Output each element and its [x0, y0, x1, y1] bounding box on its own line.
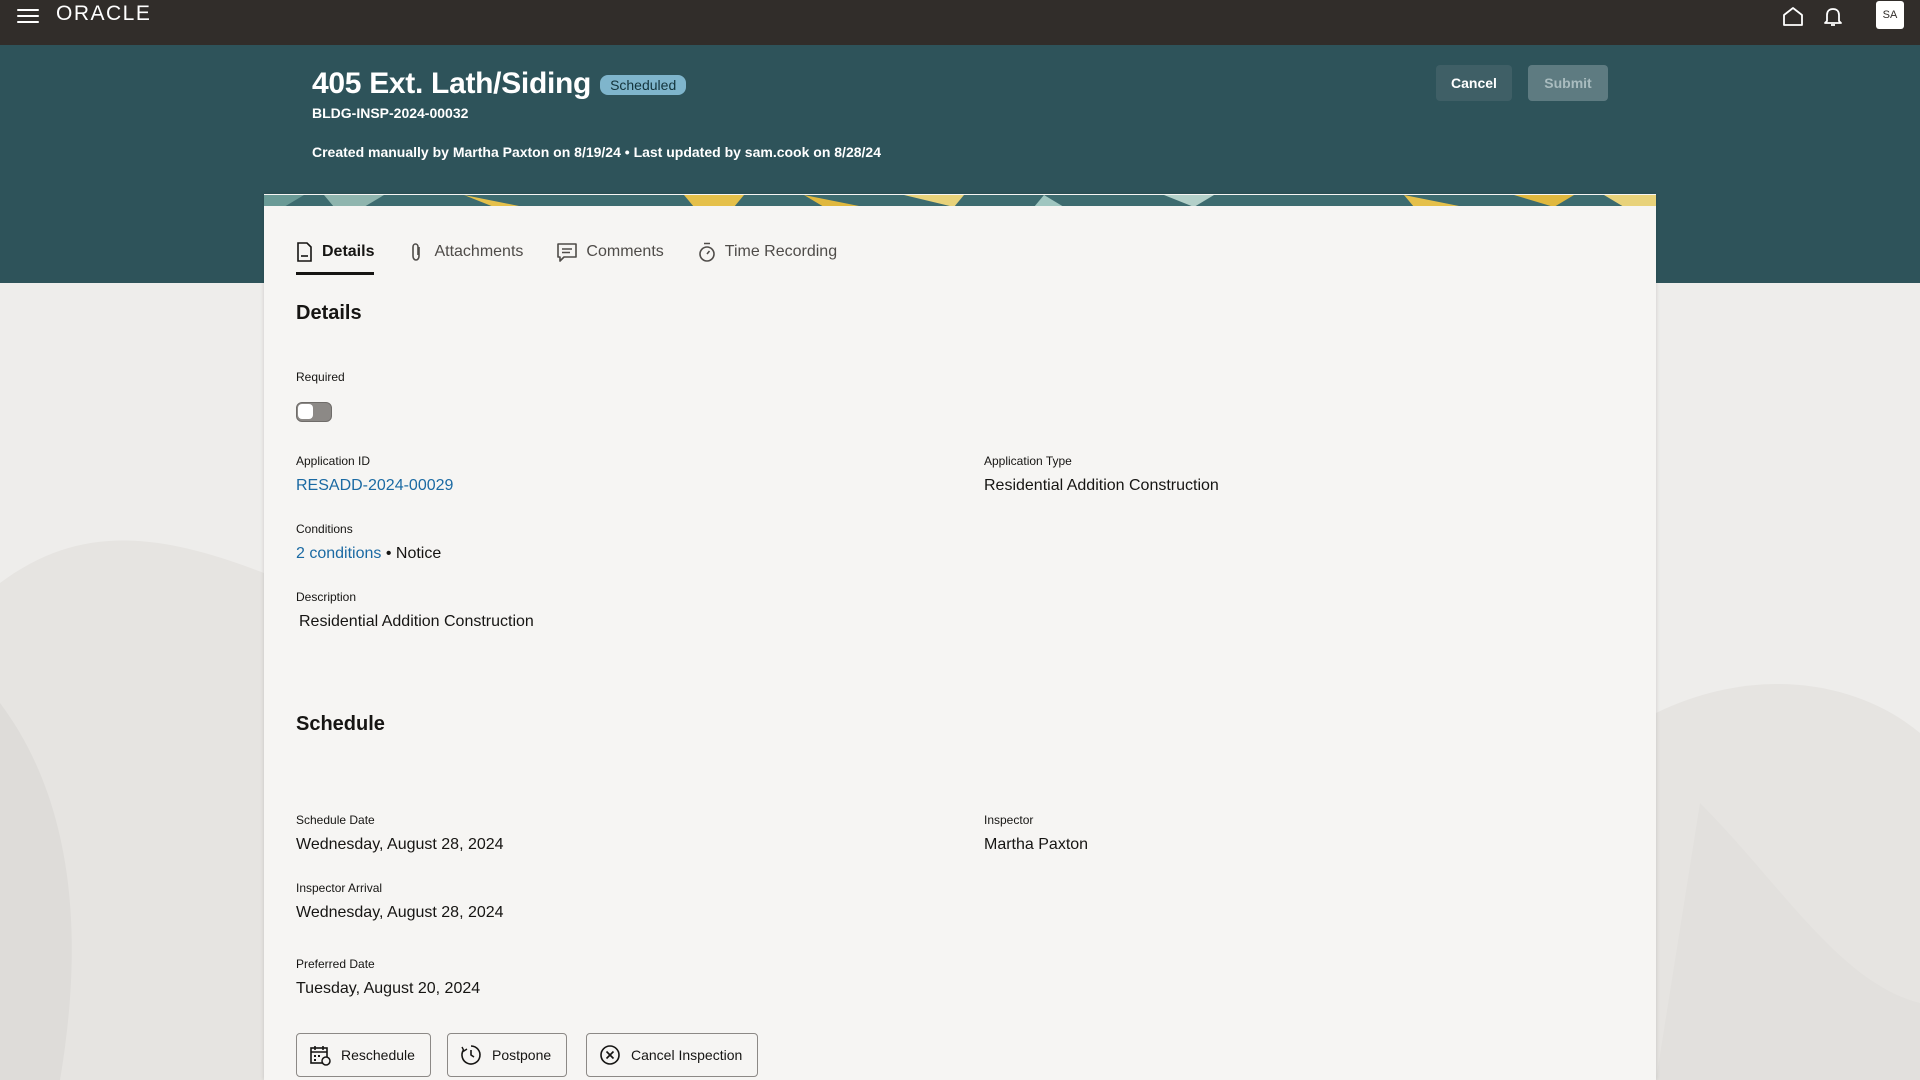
details-section-title: Details	[296, 302, 362, 324]
cancel-inspection-label: Cancel Inspection	[631, 1047, 743, 1063]
home-icon[interactable]	[1780, 4, 1806, 28]
hamburger-menu-icon[interactable]	[17, 5, 39, 27]
tab-bar: Details Attachments Comments Time Record…	[296, 232, 871, 275]
reschedule-label: Reschedule	[341, 1047, 415, 1063]
conditions-value: 2 conditions • Notice	[296, 545, 441, 563]
title-row: 405 Ext. Lath/Siding Scheduled	[312, 67, 687, 101]
tab-attachments[interactable]: Attachments	[408, 232, 523, 272]
detail-card: Details Attachments Comments Time Record…	[264, 194, 1656, 1080]
cancel-button[interactable]: Cancel	[1436, 65, 1512, 101]
status-badge: Scheduled	[600, 75, 687, 95]
application-id-link[interactable]: RESADD-2024-00029	[296, 477, 453, 495]
document-icon	[297, 242, 312, 262]
postpone-label: Postpone	[492, 1047, 552, 1063]
cancel-inspection-button[interactable]: Cancel Inspection	[586, 1033, 759, 1077]
calendar-icon	[310, 1046, 331, 1066]
conditions-severity: Notice	[395, 545, 442, 562]
tab-details[interactable]: Details	[296, 232, 375, 275]
submit-button[interactable]: Submit	[1528, 65, 1608, 101]
inspector-arrival-label: Inspector Arrival	[296, 881, 383, 895]
comment-icon	[557, 243, 578, 262]
conditions-link[interactable]: 2 conditions	[296, 545, 381, 562]
required-label: Required	[296, 370, 345, 384]
inspector-label: Inspector	[984, 813, 1034, 827]
tab-time-recording[interactable]: Time Recording	[698, 232, 837, 272]
description-label: Description	[296, 590, 357, 604]
schedule-date-value: Wednesday, August 28, 2024	[296, 836, 504, 853]
required-toggle[interactable]	[296, 402, 332, 422]
reschedule-button[interactable]: Reschedule	[296, 1033, 431, 1077]
user-avatar[interactable]: SA	[1876, 1, 1904, 29]
page-title: 405 Ext. Lath/Siding	[312, 67, 592, 100]
description-value: Residential Addition Construction	[299, 613, 534, 630]
postpone-button[interactable]: Postpone	[447, 1033, 568, 1077]
clock-icon	[461, 1045, 481, 1065]
oracle-logo[interactable]: ORACLE	[56, 2, 151, 26]
tab-comments[interactable]: Comments	[557, 232, 664, 272]
toggle-knob	[298, 404, 313, 419]
schedule-date-label: Schedule Date	[296, 813, 375, 827]
schedule-section-title: Schedule	[296, 713, 385, 735]
preferred-date-value: Tuesday, August 20, 2024	[296, 980, 481, 997]
decorative-banner	[264, 194, 1656, 206]
paperclip-icon	[412, 243, 421, 261]
inspector-value: Martha Paxton	[984, 836, 1089, 853]
stopwatch-icon	[698, 242, 715, 262]
top-navigation-bar: ORACLE SA	[0, 0, 1920, 45]
circle-x-icon	[600, 1045, 620, 1065]
tab-label: Attachments	[434, 243, 524, 260]
conditions-separator: •	[385, 545, 392, 562]
inspector-arrival-value: Wednesday, August 28, 2024	[296, 904, 504, 921]
record-id: BLDG-INSP-2024-00032	[312, 105, 469, 121]
application-type-label: Application Type	[984, 454, 1072, 468]
bell-icon[interactable]	[1820, 4, 1846, 28]
audit-info: Created manually by Martha Paxton on 8/1…	[312, 144, 881, 160]
application-id-label: Application ID	[296, 454, 371, 468]
tab-label: Comments	[586, 243, 664, 260]
tab-label: Details	[322, 243, 375, 260]
tab-label: Time Recording	[724, 243, 838, 260]
application-type-value: Residential Addition Construction	[984, 477, 1219, 494]
preferred-date-label: Preferred Date	[296, 957, 375, 971]
conditions-label: Conditions	[296, 522, 353, 536]
